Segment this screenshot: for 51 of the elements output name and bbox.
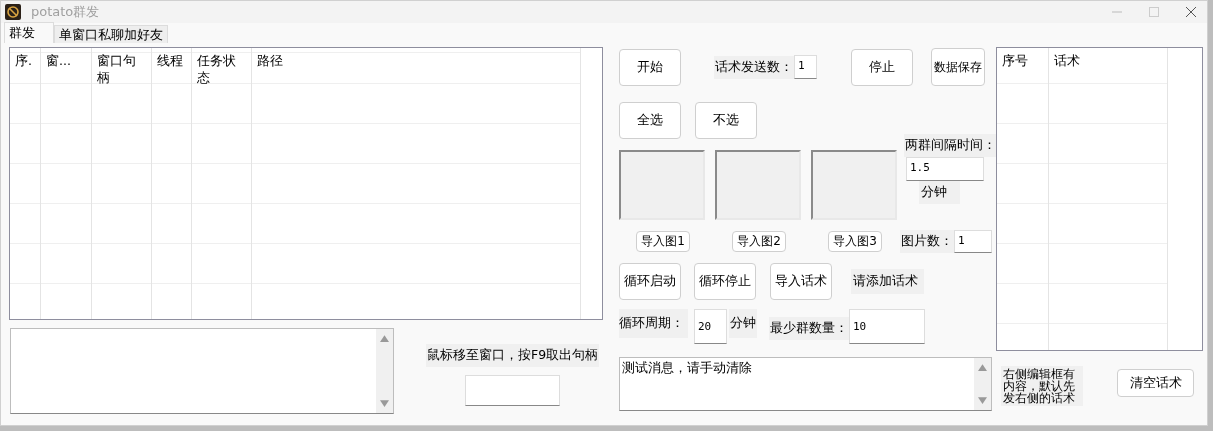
scripts-status: 请添加话术 [851,269,924,294]
scroll-down-icon[interactable] [978,397,987,404]
column-header: 路径 [257,53,283,68]
start-button[interactable]: 开始 [619,48,681,86]
unit-label: 分钟 [919,181,960,204]
script-note: 右侧编辑框有内容，默认先发右侧的话术 [1001,366,1083,406]
stop-button[interactable]: 停止 [851,48,913,86]
column-header: 线程 [157,53,183,68]
scrollbar[interactable] [376,329,393,413]
select-all-button[interactable]: 全选 [619,102,681,139]
column-header: 窗口句柄 [97,53,136,85]
cycle-label: 循环周期： [619,309,688,338]
column-header: 窗... [46,53,71,68]
maximize-icon[interactable] [1149,7,1159,17]
import-image-button[interactable]: 导入图2 [732,231,786,252]
close-icon[interactable] [1186,7,1196,17]
min-groups-field[interactable]: 10 [849,309,925,344]
scroll-up-icon[interactable] [380,335,389,342]
scroll-up-icon[interactable] [978,364,987,371]
send-count-field[interactable]: 1 [794,55,817,79]
send-count-label: 话术发送数： [714,55,794,79]
log-box[interactable] [10,328,394,414]
save-button[interactable]: 数据保存 [931,48,985,86]
column-header: 序. [15,53,32,68]
unit-label: 分钟 [729,309,757,338]
handle-hint: 鼠标移至窗口，按F9取出句柄 [426,344,600,367]
message-text: 测试消息，请手动清除 [621,359,753,377]
interval-label: 两群间隔时间： [904,134,997,157]
import-image-button[interactable]: 导入图1 [636,231,690,252]
select-none-button[interactable]: 不选 [695,102,757,139]
image-count-field[interactable]: 1 [954,230,992,253]
column-header: 任务状态 [197,53,236,85]
loop-stop-button[interactable]: 循环停止 [694,263,756,300]
handle-field[interactable] [465,375,561,406]
cycle-field[interactable]: 20 [694,309,727,344]
loop-start-button[interactable]: 循环启动 [619,263,681,300]
message-box[interactable]: 测试消息，请手动清除 [619,357,992,411]
import-scripts-button[interactable]: 导入话术 [770,263,832,300]
import-image-button[interactable]: 导入图3 [828,231,882,252]
clear-scripts-button[interactable]: 清空话术 [1117,369,1194,397]
interval-field[interactable]: 1.5 [906,157,984,181]
tab[interactable]: 群发 [4,22,54,43]
app-icon [5,4,21,20]
scroll-down-icon[interactable] [380,400,389,407]
scrollbar[interactable] [974,358,991,410]
column-header: 序号 [1002,53,1028,68]
min-groups-label: 最少群数量： [769,317,849,340]
image-count-label: 图片数： [900,230,954,253]
window-title: potato群发 [31,3,100,21]
tab[interactable]: 单窗口私聊加好友 [54,25,168,43]
column-header: 话术 [1054,53,1080,68]
